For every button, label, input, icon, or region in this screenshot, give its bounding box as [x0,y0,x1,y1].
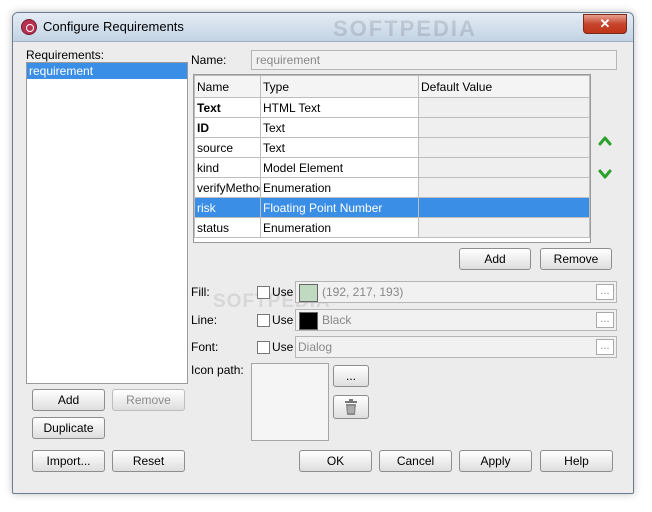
window-title: Configure Requirements [43,19,184,34]
fill-color-swatch [299,284,318,302]
line-browse-button[interactable]: ... [596,312,614,328]
delete-icon-button[interactable] [333,395,369,419]
attribute-name-cell[interactable]: verifyMethod [194,177,261,198]
fill-browse-button[interactable]: ... [596,284,614,300]
help-button[interactable]: Help [540,450,613,472]
requirements-label: Requirements: [26,48,105,62]
line-use-label: Use [272,313,294,327]
ok-button[interactable]: OK [299,450,372,472]
chevron-down-icon[interactable] [598,167,612,181]
attribute-default-cell[interactable] [418,137,590,158]
attribute-type-cell[interactable]: Model Element [260,157,419,178]
column-header-name[interactable]: Name [194,75,261,98]
line-color-swatch [299,312,318,330]
add-attribute-button[interactable]: Add [459,248,531,270]
name-label: Name: [191,53,227,67]
attribute-type-cell[interactable]: Floating Point Number [260,197,419,218]
font-browse-button[interactable]: ... [596,339,614,355]
attribute-name-cell[interactable]: risk [194,197,261,218]
list-item[interactable]: requirement [27,63,187,79]
column-header-type[interactable]: Type [260,75,419,98]
table-row[interactable]: source Text [194,137,590,158]
reset-button[interactable]: Reset [112,450,185,472]
attribute-type-cell[interactable]: Text [260,137,419,158]
font-value: Dialog [298,340,333,354]
table-row[interactable]: risk Floating Point Number [194,197,590,218]
chevron-up-icon[interactable] [598,134,612,148]
icon-path-label: Icon path: [191,363,244,377]
attribute-default-cell[interactable] [418,197,590,218]
attribute-type-cell[interactable]: HTML Text [260,97,419,118]
close-button[interactable]: ✕ [583,14,627,34]
trash-icon [345,399,357,415]
fill-color-field[interactable]: (192, 217, 193) ... [295,281,617,303]
attribute-name-cell[interactable]: Text [194,97,261,118]
app-icon [21,19,37,35]
attribute-type-cell[interactable]: Enumeration [260,217,419,238]
table-header: Name Type Default Value [194,75,590,98]
configure-requirements-dialog: Configure Requirements SOFTPEDIA ✕ Requi… [12,12,634,494]
cancel-button[interactable]: Cancel [379,450,452,472]
close-icon: ✕ [599,16,611,31]
attribute-name-cell[interactable]: kind [194,157,261,178]
name-input[interactable]: requirement [251,50,617,70]
line-color-value: Black [322,313,352,327]
table-row[interactable]: kind Model Element [194,157,590,178]
import-button[interactable]: Import... [32,450,105,472]
attribute-default-cell[interactable] [418,217,590,238]
attribute-name-cell[interactable]: ID [194,117,261,138]
line-use-checkbox[interactable] [257,314,270,327]
font-field[interactable]: Dialog ... [295,336,617,358]
add-requirement-button[interactable]: Add [32,389,105,411]
attribute-default-cell[interactable] [418,157,590,178]
font-use-checkbox[interactable] [257,341,270,354]
font-label: Font: [191,340,219,354]
remove-attribute-button[interactable]: Remove [540,248,612,270]
attribute-default-cell[interactable] [418,177,590,198]
line-color-field[interactable]: Black ... [295,309,617,331]
table-row[interactable]: status Enumeration [194,217,590,238]
fill-label: Fill: [191,285,210,299]
duplicate-requirement-button[interactable]: Duplicate [32,417,105,439]
attribute-type-cell[interactable]: Enumeration [260,177,419,198]
table-row[interactable]: ID Text [194,117,590,138]
icon-browse-button[interactable]: ... [333,365,369,387]
attributes-table[interactable]: Name Type Default Value Text HTML Text ID T… [193,74,591,243]
column-header-default-value[interactable]: Default Value [418,75,590,98]
attribute-name-cell[interactable]: source [194,137,261,158]
fill-use-checkbox[interactable] [257,286,270,299]
requirements-list[interactable]: requirement [26,62,188,384]
attribute-type-cell[interactable]: Text [260,117,419,138]
apply-button[interactable]: Apply [459,450,532,472]
attribute-default-cell[interactable] [418,117,590,138]
remove-requirement-button[interactable]: Remove [112,389,185,411]
icon-preview [251,363,329,441]
fill-color-value: (192, 217, 193) [322,285,404,299]
table-row[interactable]: verifyMethod Enumeration [194,177,590,198]
watermark: SOFTPEDIA [333,16,477,41]
fill-use-label: Use [272,285,294,299]
attribute-name-cell[interactable]: status [194,217,261,238]
attribute-default-cell[interactable] [418,97,590,118]
title-bar[interactable]: Configure Requirements SOFTPEDIA ✕ [13,13,633,42]
table-row[interactable]: Text HTML Text [194,97,590,118]
font-use-label: Use [272,340,294,354]
line-label: Line: [191,313,218,327]
